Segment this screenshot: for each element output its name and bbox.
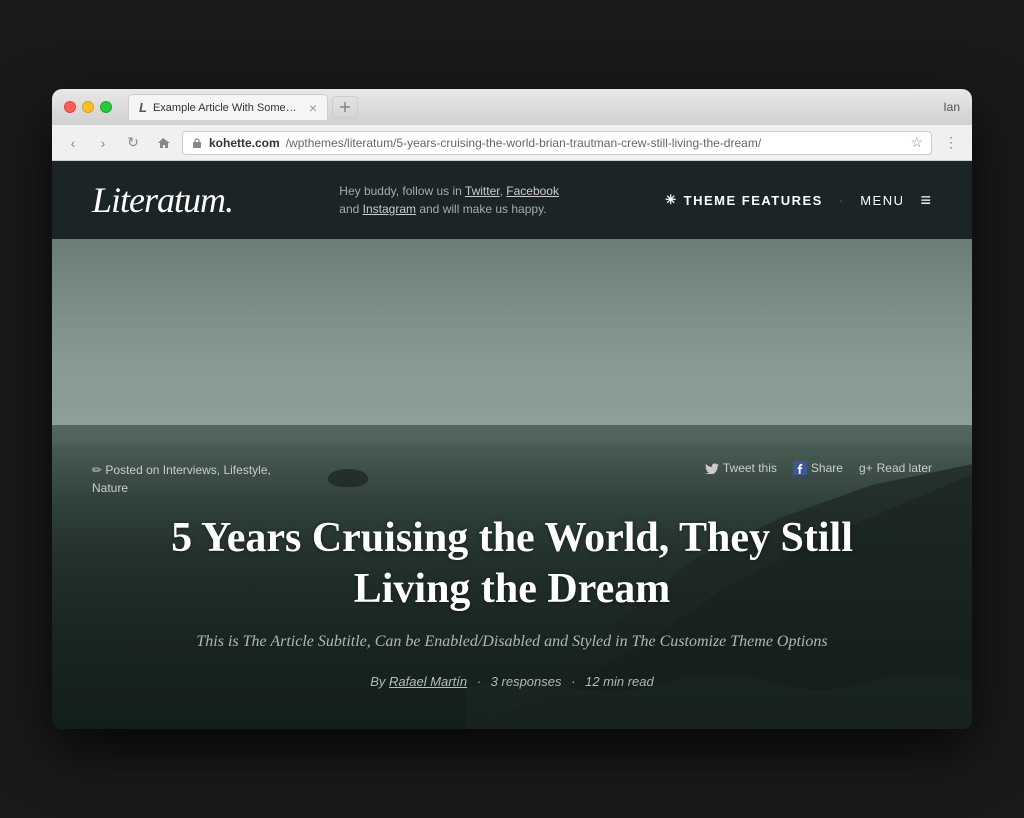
menu-label[interactable]: MENU: [860, 193, 904, 208]
article-meta-top: ✏ Posted on Interviews, Lifestyle,Nature…: [52, 461, 972, 497]
article-categories: ✏ Posted on Interviews, Lifestyle,Nature: [92, 461, 271, 497]
share-label: Share: [811, 461, 843, 475]
article-byline: By Rafael Martín · 3 responses · 12 min …: [52, 674, 972, 689]
tab-title: Example Article With Some Ac: [153, 102, 299, 114]
theme-features-link[interactable]: ✳ THEME FEATURES: [665, 192, 823, 208]
titlebar: L Example Article With Some Ac × Ian: [52, 89, 972, 125]
logo-section: Literatum.: [92, 179, 233, 221]
lock-icon: [191, 137, 203, 149]
share-action[interactable]: Share: [793, 461, 843, 475]
browser-tab[interactable]: L Example Article With Some Ac ×: [128, 94, 328, 120]
hero-content: ✏ Posted on Interviews, Lifestyle,Nature…: [52, 239, 972, 729]
read-time: 12 min read: [585, 674, 654, 689]
author-link[interactable]: Rafael Martín: [389, 674, 467, 689]
twitter-icon: [705, 462, 719, 474]
readlater-action[interactable]: g+ Read later: [859, 461, 932, 475]
tab-close-button[interactable]: ×: [309, 100, 317, 116]
hero-section: ✏ Posted on Interviews, Lifestyle,Nature…: [52, 239, 972, 729]
url-path: /wpthemes/literatum/5-years-cruising-the…: [286, 136, 761, 150]
asterisk-icon: ✳: [665, 192, 677, 208]
back-button[interactable]: ‹: [62, 132, 84, 154]
addressbar: ‹ › ↻ kohette.com /wpthemes/literatum/5-…: [52, 125, 972, 161]
minimize-button[interactable]: [82, 101, 94, 113]
new-tab-button[interactable]: [332, 96, 358, 118]
article-actions: Tweet this Share g+ Read later: [705, 461, 932, 475]
twitter-link[interactable]: Twitter: [465, 184, 500, 198]
nav-separator: ·: [839, 193, 844, 208]
tweet-action[interactable]: Tweet this: [705, 461, 777, 475]
tab-favicon: L: [139, 100, 147, 115]
article-subtitle: This is The Article Subtitle, Can be Ena…: [52, 630, 972, 654]
header-nav: ✳ THEME FEATURES · MENU ≡: [665, 190, 932, 211]
bookmark-star[interactable]: ☆: [910, 134, 923, 151]
tweet-label: Tweet this: [723, 461, 777, 475]
facebook-link[interactable]: Facebook: [506, 184, 559, 198]
categories-text: Posted on Interviews, Lifestyle,Nature: [92, 463, 271, 495]
article-title: 5 Years Cruising the World, They Still L…: [52, 513, 972, 614]
header-tagline: Hey buddy, follow us in Twitter, Faceboo…: [339, 182, 559, 218]
readlater-icon: g+: [859, 461, 873, 475]
browser-window: L Example Article With Some Ac × Ian ‹ ›…: [52, 89, 972, 729]
refresh-button[interactable]: ↻: [122, 132, 144, 154]
facebook-icon: [793, 461, 807, 475]
close-button[interactable]: [64, 101, 76, 113]
site-header: Literatum. Hey buddy, follow us in Twitt…: [52, 161, 972, 239]
maximize-button[interactable]: [100, 101, 112, 113]
browser-menu-button[interactable]: ⋮: [940, 132, 962, 154]
instagram-link[interactable]: Instagram: [363, 202, 416, 216]
url-bar[interactable]: kohette.com /wpthemes/literatum/5-years-…: [182, 131, 932, 155]
home-button[interactable]: [152, 132, 174, 154]
site-logo[interactable]: Literatum.: [92, 179, 233, 221]
categories-icon: ✏: [92, 463, 102, 477]
theme-features-label: THEME FEATURES: [684, 193, 823, 208]
responses-count[interactable]: 3 responses: [491, 674, 562, 689]
site-content: Literatum. Hey buddy, follow us in Twitt…: [52, 161, 972, 729]
hamburger-icon[interactable]: ≡: [920, 190, 932, 211]
forward-button[interactable]: ›: [92, 132, 114, 154]
readlater-label: Read later: [877, 461, 932, 475]
tab-bar: L Example Article With Some Ac ×: [128, 94, 960, 120]
traffic-lights: [64, 101, 112, 113]
url-domain: kohette.com: [209, 136, 280, 150]
user-badge: Ian: [943, 100, 960, 114]
